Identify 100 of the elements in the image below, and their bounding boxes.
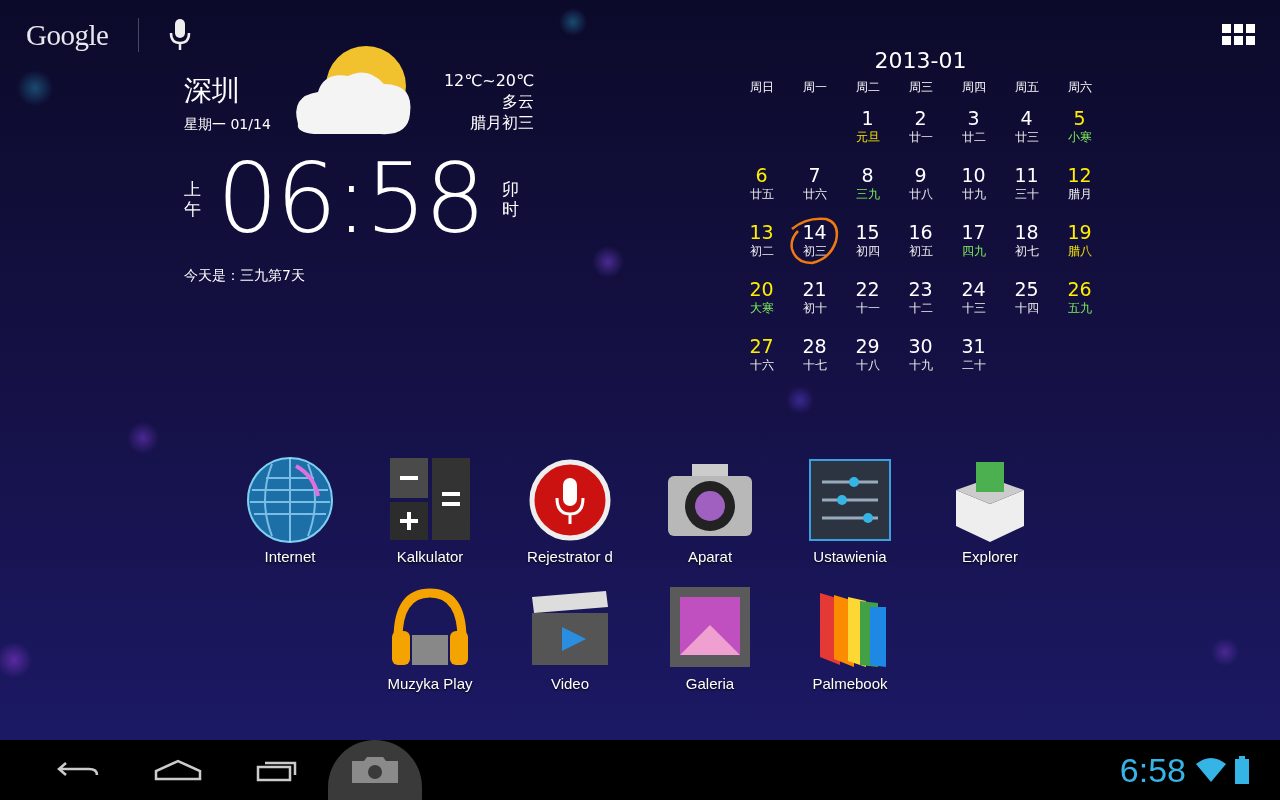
temperature-range: 12℃~20℃ [443,70,534,91]
calendar-day[interactable]: 19 腊八 [1053,221,1106,278]
app-grid-icon[interactable] [1222,24,1256,46]
lunar-day: 初三 [802,243,827,259]
lunar-day: 五九 [1067,300,1092,316]
weekday-header: 周日 [748,79,775,96]
lunar-day: 大寒 [749,300,774,316]
day-number: 6 [755,164,768,186]
lunar-day: 十一 [855,300,880,316]
app-shortcut[interactable]: Palmebook [780,583,920,692]
calendar-day[interactable]: 17 四九 [947,221,1000,278]
lunar-day: 廿一 [908,129,933,145]
calendar-day[interactable]: 28 十七 [788,335,841,392]
calendar-day[interactable]: 2 廿一 [894,107,947,164]
day-number: 26 [1067,278,1092,300]
calendar-day[interactable]: 29 十八 [841,335,894,392]
calendar-day[interactable]: 3 廿二 [947,107,1000,164]
lunar-day: 二十 [961,357,986,373]
calendar-day[interactable]: 15 初四 [841,221,894,278]
microphone-icon[interactable] [169,19,192,51]
day-number: 25 [1014,278,1039,300]
lunar-day: 初二 [749,243,774,259]
weekday-header: 周二 [854,79,881,96]
lunar-day: 十九 [908,357,933,373]
day-number: 9 [914,164,927,186]
lunar-day: 元旦 [855,129,880,145]
calendar-day[interactable]: 6 廿五 [735,164,788,221]
lunar-day: 廿九 [961,186,986,202]
calendar-day[interactable]: 16 初五 [894,221,947,278]
calendar-day[interactable]: 1 元旦 [841,107,894,164]
clock-time[interactable]: 06:58 [217,151,484,247]
app-label: Video [550,675,590,692]
shichen-label: 卯时 [501,178,519,220]
app-shortcut[interactable]: Muzyka Play [360,583,500,692]
lunar-day: 十四 [1014,300,1039,316]
app-shortcut[interactable]: Rejestrator d [500,456,640,565]
day-number: 20 [749,278,774,300]
app-shortcut[interactable]: Video [500,583,640,692]
calendar-day[interactable]: 9 廿八 [894,164,947,221]
city-name: 深圳 [184,74,240,108]
calendar-day[interactable]: 8 三九 [841,164,894,221]
day-number: 21 [802,278,827,300]
calendar-day[interactable]: 31 二十 [947,335,1000,392]
lunar-day: 初七 [1014,243,1039,259]
calendar-day[interactable]: 7 廿六 [788,164,841,221]
calendar-day[interactable]: 30 十九 [894,335,947,392]
calendar-day[interactable]: 10 廿九 [947,164,1000,221]
calendar-day[interactable]: 20 大寒 [735,278,788,335]
calendar-day[interactable]: 14 初三 [788,221,841,278]
calendar-day[interactable]: 5 小寒 [1053,107,1106,164]
calendar-day[interactable]: 25 十四 [1000,278,1053,335]
lunar-day: 十七 [802,357,827,373]
day-number: 23 [908,278,933,300]
calendar-day[interactable]: 22 十一 [841,278,894,335]
lunar-day: 十八 [855,357,880,373]
app-shortcut[interactable]: Internet [220,456,360,565]
calendar-day[interactable]: 12 腊月 [1053,164,1106,221]
day-number: 15 [855,221,880,243]
lunar-day: 廿六 [802,186,827,202]
calendar-day[interactable]: 26 五九 [1053,278,1106,335]
season-note: 今天是：三九第7天 [184,267,306,285]
calendar-day[interactable]: 24 十三 [947,278,1000,335]
calendar-day[interactable]: 27 十六 [735,335,788,392]
lunar-day: 廿八 [908,186,933,202]
calendar-day[interactable]: 18 初七 [1000,221,1053,278]
app-shortcut[interactable]: Galeria [640,583,780,692]
weather-condition: 多云 [502,91,534,112]
calendar-day[interactable]: 23 十二 [894,278,947,335]
calendar-day[interactable]: 11 三十 [1000,164,1053,221]
day-number: 17 [961,221,986,243]
day-number: 29 [855,335,880,357]
globe-icon [246,456,334,544]
calendar-day[interactable]: 13 初二 [735,221,788,278]
day-number: 14 [802,221,827,243]
day-number: 10 [961,164,986,186]
lunar-day: 三十 [1014,186,1039,202]
lunar-day: 廿三 [1014,129,1039,145]
weekday-header: 周一 [801,79,828,96]
calendar-day[interactable]: 21 初十 [788,278,841,335]
app-shortcut[interactable]: Aparat [640,456,780,565]
app-shortcut[interactable]: Kalkulator [360,456,500,565]
app-label: Palmebook [812,675,888,692]
lunar-day: 小寒 [1067,129,1092,145]
google-logo[interactable]: Google [26,18,109,52]
day-number: 22 [855,278,880,300]
day-number: 2 [914,107,927,129]
app-shortcut[interactable]: Explorer [920,456,1060,565]
day-number: 13 [749,221,774,243]
app-shortcut[interactable]: Ustawienia [780,456,920,565]
calendar-day[interactable]: 4 廿三 [1000,107,1053,164]
app-label: Aparat [687,548,733,565]
home-icon [154,759,202,781]
weekday-header: 周四 [960,79,987,96]
screenshot-button[interactable] [328,740,422,800]
meridiem-label: 上午 [184,178,201,220]
weekday-header: 周五 [1013,79,1040,96]
day-number: 24 [961,278,986,300]
day-number: 28 [802,335,827,357]
lunar-day: 十二 [908,300,933,316]
app-label: Galeria [685,675,735,692]
